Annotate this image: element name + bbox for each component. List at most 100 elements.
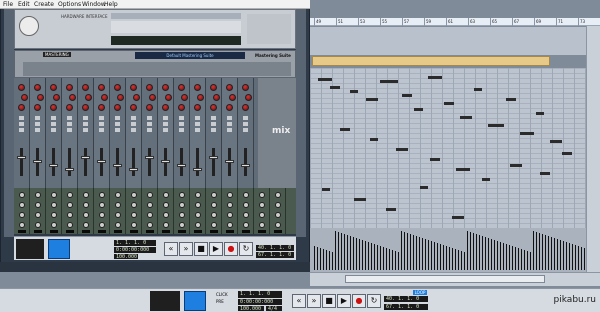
fader-handle[interactable] xyxy=(65,168,74,171)
fader-handle[interactable] xyxy=(225,160,234,163)
knob-icon[interactable] xyxy=(82,104,89,111)
knob-icon[interactable] xyxy=(117,94,124,101)
eq-knob-icon[interactable] xyxy=(147,202,153,208)
eq-knob-icon[interactable] xyxy=(83,222,89,228)
note-block[interactable] xyxy=(322,188,330,191)
eq-knob-icon[interactable] xyxy=(99,212,105,218)
channel-button[interactable] xyxy=(243,128,248,132)
eq-knob-icon[interactable] xyxy=(131,202,137,208)
note-block[interactable] xyxy=(474,88,482,91)
knob-icon[interactable] xyxy=(66,84,73,91)
knob-icon[interactable] xyxy=(98,84,105,91)
menu-edit[interactable]: Edit xyxy=(18,0,30,9)
note-block[interactable] xyxy=(510,164,522,167)
eq-knob-icon[interactable] xyxy=(243,212,249,218)
channel-button[interactable] xyxy=(131,122,136,126)
knob-icon[interactable] xyxy=(162,84,169,91)
note-block[interactable] xyxy=(414,108,423,111)
eq-knob-icon[interactable] xyxy=(243,202,249,208)
loop-toggle-button[interactable]: ↻ xyxy=(239,242,253,256)
record-button[interactable]: ● xyxy=(352,294,366,308)
channel-button[interactable] xyxy=(99,128,104,132)
eq-knob-icon[interactable] xyxy=(83,212,89,218)
channel-button[interactable] xyxy=(115,128,120,132)
left-locator-display[interactable]: 40. 1. 1. 0 xyxy=(384,296,428,302)
knob-icon[interactable] xyxy=(229,94,236,101)
eq-knob-icon[interactable] xyxy=(211,222,217,228)
eq-knob-icon[interactable] xyxy=(67,222,73,228)
channel-button[interactable] xyxy=(35,128,40,132)
channel-button[interactable] xyxy=(115,122,120,126)
fader-handle[interactable] xyxy=(49,164,58,167)
eq-knob-icon[interactable] xyxy=(115,192,121,198)
velocity-lane[interactable] xyxy=(310,228,600,272)
channel-button[interactable] xyxy=(19,122,24,126)
fader-handle[interactable] xyxy=(177,164,186,167)
note-block[interactable] xyxy=(430,158,440,161)
eq-knob-icon[interactable] xyxy=(259,202,265,208)
eq-knob-icon[interactable] xyxy=(35,212,41,218)
knob-icon[interactable] xyxy=(66,104,73,111)
forward-button[interactable]: » xyxy=(307,294,321,308)
fader-handle[interactable] xyxy=(81,156,90,159)
channel-button[interactable] xyxy=(67,116,72,120)
note-block[interactable] xyxy=(350,90,358,93)
eq-knob-icon[interactable] xyxy=(115,212,121,218)
channel-button[interactable] xyxy=(227,122,232,126)
stop-button[interactable]: ■ xyxy=(322,294,336,308)
eq-knob-icon[interactable] xyxy=(227,222,233,228)
channel-button[interactable] xyxy=(83,122,88,126)
loop-toggle-button[interactable]: ↻ xyxy=(367,294,381,308)
knob-icon[interactable] xyxy=(210,104,217,111)
eq-knob-icon[interactable] xyxy=(51,202,57,208)
stop-button[interactable]: ■ xyxy=(194,242,208,256)
channel-button[interactable] xyxy=(195,128,200,132)
knob-icon[interactable] xyxy=(69,94,76,101)
channel-button[interactable] xyxy=(131,128,136,132)
note-block[interactable] xyxy=(354,198,366,201)
channel-button[interactable] xyxy=(227,128,232,132)
eq-knob-icon[interactable] xyxy=(99,202,105,208)
knob-icon[interactable] xyxy=(178,104,185,111)
eq-knob-icon[interactable] xyxy=(259,212,265,218)
menu-create[interactable]: Create xyxy=(34,0,54,9)
menu-help[interactable]: Help xyxy=(104,0,118,9)
eq-knob-icon[interactable] xyxy=(19,212,25,218)
eq-knob-icon[interactable] xyxy=(67,202,73,208)
channel-button[interactable] xyxy=(99,116,104,120)
channel-button[interactable] xyxy=(19,128,24,132)
vertical-scrollbar[interactable] xyxy=(586,26,600,272)
channel-button[interactable] xyxy=(163,116,168,120)
fader-handle[interactable] xyxy=(17,156,26,159)
right-locator-display[interactable]: 67. 1. 1. 0 xyxy=(256,252,294,258)
note-block[interactable] xyxy=(428,76,442,79)
rewind-button[interactable]: « xyxy=(292,294,306,308)
channel-button[interactable] xyxy=(211,116,216,120)
knob-icon[interactable] xyxy=(146,104,153,111)
eq-knob-icon[interactable] xyxy=(227,202,233,208)
note-block[interactable] xyxy=(444,102,454,105)
note-block[interactable] xyxy=(488,124,504,127)
loop-region[interactable] xyxy=(312,56,550,66)
eq-knob-icon[interactable] xyxy=(179,202,185,208)
channel-button[interactable] xyxy=(67,122,72,126)
knob-icon[interactable] xyxy=(210,84,217,91)
eq-knob-icon[interactable] xyxy=(51,222,57,228)
knob-icon[interactable] xyxy=(226,84,233,91)
note-block[interactable] xyxy=(456,168,470,171)
knob-icon[interactable] xyxy=(245,94,252,101)
eq-knob-icon[interactable] xyxy=(259,192,265,198)
knob-icon[interactable] xyxy=(21,94,28,101)
knob-icon[interactable] xyxy=(53,94,60,101)
channel-button[interactable] xyxy=(227,116,232,120)
knob-icon[interactable] xyxy=(149,94,156,101)
knob-icon[interactable] xyxy=(85,94,92,101)
track-lane[interactable] xyxy=(310,27,600,55)
channel-button[interactable] xyxy=(147,122,152,126)
tempo-display[interactable]: 100.000 xyxy=(114,254,138,260)
knob-icon[interactable] xyxy=(197,94,204,101)
knob-icon[interactable] xyxy=(181,94,188,101)
knob-icon[interactable] xyxy=(114,84,121,91)
eq-knob-icon[interactable] xyxy=(211,202,217,208)
note-block[interactable] xyxy=(540,172,550,175)
